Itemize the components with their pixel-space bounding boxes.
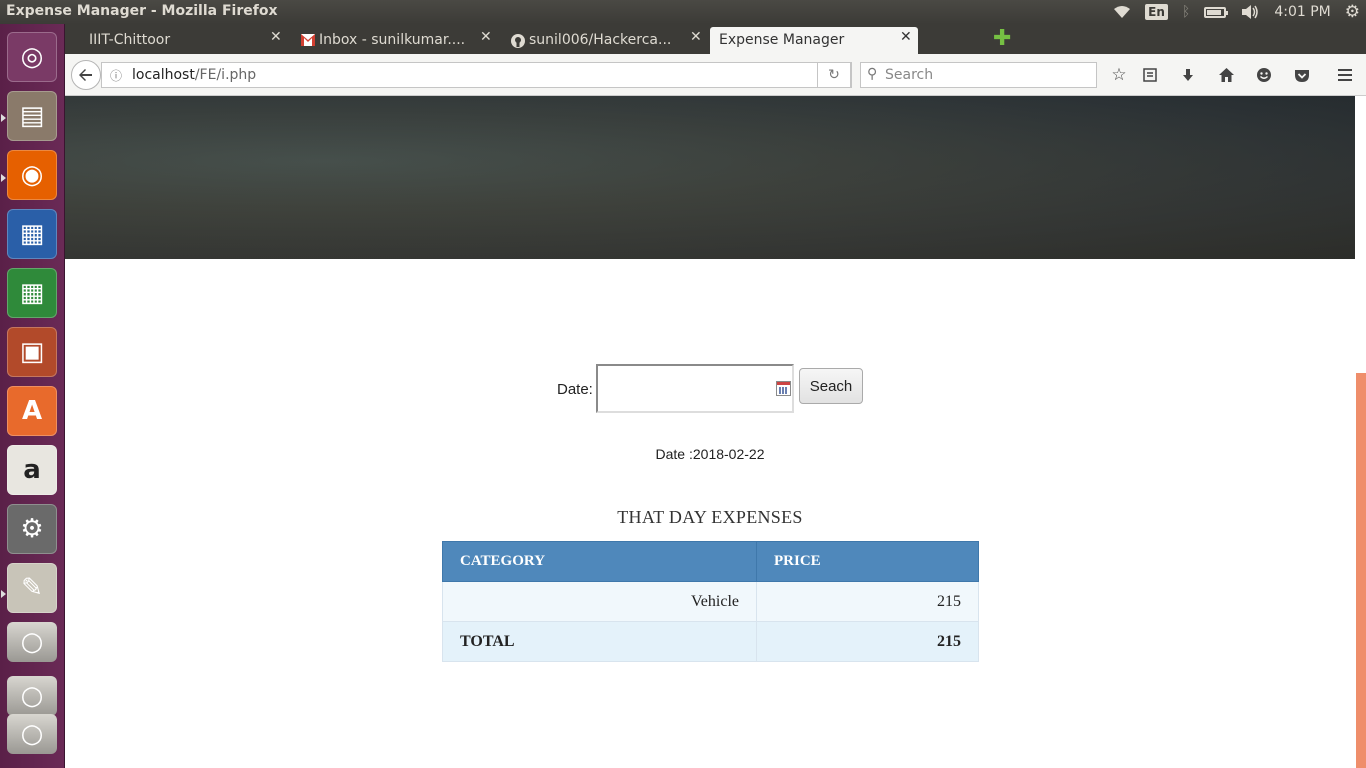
search-bar[interactable]: ⚲ — [860, 62, 1097, 88]
tab-label: Expense Manager — [719, 32, 845, 48]
back-button[interactable] — [71, 60, 101, 90]
battery-icon[interactable] — [1204, 0, 1229, 24]
running-indicator — [1, 590, 6, 598]
total-label: TOTAL — [442, 621, 757, 662]
keyboard-layout-indicator[interactable]: En — [1145, 0, 1168, 24]
home-icon[interactable] — [1213, 62, 1239, 88]
tab-expense-manager[interactable]: Expense Manager — [710, 27, 918, 54]
impress-icon[interactable]: ▣ — [7, 327, 57, 377]
close-icon[interactable]: ✕ — [900, 29, 912, 45]
writer-icon[interactable]: ▦ — [7, 209, 57, 259]
info-icon[interactable]: ⓘ — [110, 67, 122, 84]
battery-level-fill — [1207, 9, 1222, 15]
search-input[interactable] — [885, 65, 1085, 85]
bluetooth-icon[interactable]: ᛒ — [1182, 0, 1190, 24]
system-tray: En ᛒ 4:01 PM ⚙ — [1113, 0, 1360, 24]
clock[interactable]: 4:01 PM — [1274, 0, 1330, 24]
close-icon[interactable]: ✕ — [270, 29, 282, 45]
text-editor-icon[interactable]: ✎ — [7, 563, 57, 613]
calendar-icon[interactable] — [776, 381, 791, 396]
tab-iiit-chittoor[interactable]: IIIT-Chittoor — [65, 27, 290, 54]
ubuntu-dash-icon[interactable]: ◎ — [7, 32, 57, 82]
hello-icon[interactable] — [1251, 62, 1277, 88]
total-value: 215 — [756, 621, 979, 662]
close-icon[interactable]: ✕ — [480, 29, 492, 45]
date-field[interactable] — [596, 364, 794, 413]
gear-icon[interactable]: ⚙ — [1345, 0, 1360, 24]
running-indicator — [1, 114, 6, 122]
table-header-row: CATEGORY PRICE — [442, 541, 979, 582]
column-header-price: PRICE — [756, 541, 979, 582]
selected-date-text: Date :2018-02-22 — [655, 446, 765, 462]
total-row: TOTAL 215 — [442, 621, 979, 662]
reload-button[interactable]: ↻ — [817, 62, 851, 88]
date-label: Date: — [557, 381, 593, 398]
window-title: Expense Manager - Mozilla Firefox — [6, 3, 278, 19]
page-content: Date: Seach Date :2018-02-22 THAT DAY EX… — [65, 96, 1355, 768]
tab-label: Inbox - sunilkumar.... — [319, 32, 466, 48]
table-caption: THAT DAY EXPENSES — [617, 507, 803, 527]
download-icon[interactable] — [1175, 62, 1201, 88]
trash-icon[interactable]: ○ — [7, 714, 57, 754]
table-row: Vehicle 215 — [442, 581, 979, 622]
date-input[interactable] — [604, 378, 764, 398]
close-icon[interactable]: ✕ — [690, 29, 702, 45]
hamburger-menu-icon[interactable] — [1332, 62, 1358, 88]
tab-strip: IIIT-Chittoor ✕ Inbox - sunilkumar.... ✕… — [65, 24, 1366, 54]
wifi-icon[interactable] — [1113, 0, 1131, 24]
bookmark-star-icon[interactable]: ☆ — [1106, 62, 1132, 88]
tab-inbox[interactable]: Inbox - sunilkumar.... — [295, 27, 490, 54]
bookmarks-menu-icon[interactable] — [1137, 62, 1163, 88]
tab-label: IIIT-Chittoor — [89, 32, 171, 48]
github-icon — [511, 34, 525, 48]
scrollbar-thumb[interactable] — [1356, 373, 1366, 768]
new-tab-icon[interactable]: ✚ — [993, 26, 1011, 51]
drive-icon[interactable]: ○ — [7, 676, 57, 716]
url-bar[interactable]: ⓘ localhost/FE/i.php — [101, 62, 852, 88]
drive-icon[interactable]: ○ — [7, 622, 57, 662]
amazon-icon[interactable]: a — [7, 445, 57, 495]
price-cell: 215 — [756, 581, 979, 622]
running-indicator — [1, 174, 6, 182]
search-icon: ⚲ — [867, 66, 878, 82]
tab-github[interactable]: sunil006/Hackerca... — [505, 27, 700, 54]
search-button[interactable]: Seach — [799, 368, 863, 404]
tab-label: sunil006/Hackerca... — [529, 32, 672, 48]
gmail-icon — [301, 34, 315, 46]
volume-icon[interactable] — [1240, 0, 1260, 24]
category-cell: Vehicle — [442, 581, 757, 622]
column-header-category: CATEGORY — [442, 541, 757, 582]
arrow-left-icon — [79, 69, 92, 81]
pocket-icon[interactable] — [1289, 62, 1315, 88]
calc-icon[interactable]: ▦ — [7, 268, 57, 318]
system-top-panel: Expense Manager - Mozilla Firefox En ᛒ 4… — [0, 0, 1366, 24]
url-text[interactable]: localhost/FE/i.php — [132, 67, 256, 83]
hero-banner — [65, 96, 1355, 259]
system-settings-icon[interactable]: ⚙ — [7, 504, 57, 554]
expense-table: CATEGORY PRICE Vehicle 215 TOTAL 215 — [442, 541, 979, 662]
navigation-toolbar: ⓘ localhost/FE/i.php ↻ ⚲ ☆ — [65, 54, 1366, 96]
files-icon[interactable]: ▤ — [7, 91, 57, 141]
unity-launcher: ◎ ▤ ◉ ▦ ▦ ▣ Aa ⚙ ✎ ○ ○ ○ — [0, 24, 65, 768]
software-center-icon[interactable]: A — [7, 386, 57, 436]
firefox-icon[interactable]: ◉ — [7, 150, 57, 200]
